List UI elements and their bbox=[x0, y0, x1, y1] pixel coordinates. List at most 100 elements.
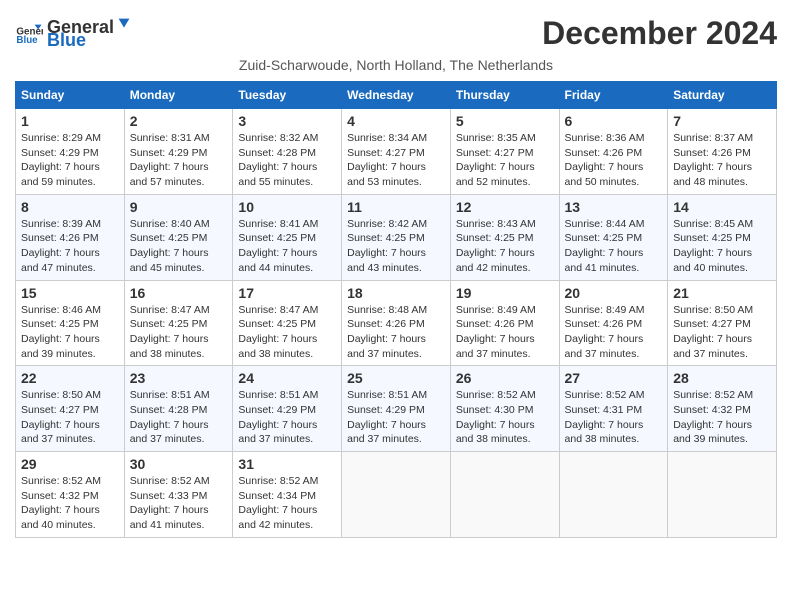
cell-content: Sunrise: 8:41 AM Sunset: 4:25 PM Dayligh… bbox=[238, 217, 336, 276]
week-row-1: 1 Sunrise: 8:29 AM Sunset: 4:29 PM Dayli… bbox=[16, 109, 777, 195]
cell-content: Sunrise: 8:35 AM Sunset: 4:27 PM Dayligh… bbox=[456, 131, 554, 190]
header: General Blue General Blue December 2024 bbox=[15, 15, 777, 52]
cell-content: Sunrise: 8:36 AM Sunset: 4:26 PM Dayligh… bbox=[565, 131, 663, 190]
day-number: 9 bbox=[130, 199, 228, 215]
day-number: 5 bbox=[456, 113, 554, 129]
calendar-cell bbox=[450, 452, 559, 538]
cell-content: Sunrise: 8:51 AM Sunset: 4:28 PM Dayligh… bbox=[130, 388, 228, 447]
calendar-header-row: SundayMondayTuesdayWednesdayThursdayFrid… bbox=[16, 82, 777, 109]
calendar-cell: 11 Sunrise: 8:42 AM Sunset: 4:25 PM Dayl… bbox=[342, 194, 451, 280]
calendar-cell: 21 Sunrise: 8:50 AM Sunset: 4:27 PM Dayl… bbox=[668, 280, 777, 366]
header-wednesday: Wednesday bbox=[342, 82, 451, 109]
cell-content: Sunrise: 8:52 AM Sunset: 4:30 PM Dayligh… bbox=[456, 388, 554, 447]
day-number: 14 bbox=[673, 199, 771, 215]
cell-content: Sunrise: 8:52 AM Sunset: 4:32 PM Dayligh… bbox=[673, 388, 771, 447]
day-number: 23 bbox=[130, 370, 228, 386]
cell-content: Sunrise: 8:39 AM Sunset: 4:26 PM Dayligh… bbox=[21, 217, 119, 276]
calendar-table: SundayMondayTuesdayWednesdayThursdayFrid… bbox=[15, 81, 777, 538]
cell-content: Sunrise: 8:52 AM Sunset: 4:31 PM Dayligh… bbox=[565, 388, 663, 447]
day-number: 16 bbox=[130, 285, 228, 301]
day-number: 11 bbox=[347, 199, 445, 215]
calendar-cell: 14 Sunrise: 8:45 AM Sunset: 4:25 PM Dayl… bbox=[668, 194, 777, 280]
logo: General Blue General Blue bbox=[15, 15, 134, 51]
day-number: 13 bbox=[565, 199, 663, 215]
calendar-cell: 16 Sunrise: 8:47 AM Sunset: 4:25 PM Dayl… bbox=[124, 280, 233, 366]
calendar-cell bbox=[559, 452, 668, 538]
cell-content: Sunrise: 8:44 AM Sunset: 4:25 PM Dayligh… bbox=[565, 217, 663, 276]
day-number: 18 bbox=[347, 285, 445, 301]
header-saturday: Saturday bbox=[668, 82, 777, 109]
cell-content: Sunrise: 8:37 AM Sunset: 4:26 PM Dayligh… bbox=[673, 131, 771, 190]
calendar-cell: 26 Sunrise: 8:52 AM Sunset: 4:30 PM Dayl… bbox=[450, 366, 559, 452]
calendar-cell: 20 Sunrise: 8:49 AM Sunset: 4:26 PM Dayl… bbox=[559, 280, 668, 366]
calendar-cell: 24 Sunrise: 8:51 AM Sunset: 4:29 PM Dayl… bbox=[233, 366, 342, 452]
cell-content: Sunrise: 8:52 AM Sunset: 4:32 PM Dayligh… bbox=[21, 474, 119, 533]
main-title: December 2024 bbox=[542, 15, 777, 52]
calendar-cell: 28 Sunrise: 8:52 AM Sunset: 4:32 PM Dayl… bbox=[668, 366, 777, 452]
cell-content: Sunrise: 8:52 AM Sunset: 4:33 PM Dayligh… bbox=[130, 474, 228, 533]
calendar-cell: 2 Sunrise: 8:31 AM Sunset: 4:29 PM Dayli… bbox=[124, 109, 233, 195]
day-number: 2 bbox=[130, 113, 228, 129]
calendar-cell: 13 Sunrise: 8:44 AM Sunset: 4:25 PM Dayl… bbox=[559, 194, 668, 280]
header-monday: Monday bbox=[124, 82, 233, 109]
calendar-cell bbox=[342, 452, 451, 538]
day-number: 20 bbox=[565, 285, 663, 301]
day-number: 1 bbox=[21, 113, 119, 129]
cell-content: Sunrise: 8:42 AM Sunset: 4:25 PM Dayligh… bbox=[347, 217, 445, 276]
calendar-cell bbox=[668, 452, 777, 538]
header-tuesday: Tuesday bbox=[233, 82, 342, 109]
day-number: 29 bbox=[21, 456, 119, 472]
day-number: 26 bbox=[456, 370, 554, 386]
calendar-cell: 10 Sunrise: 8:41 AM Sunset: 4:25 PM Dayl… bbox=[233, 194, 342, 280]
cell-content: Sunrise: 8:32 AM Sunset: 4:28 PM Dayligh… bbox=[238, 131, 336, 190]
day-number: 27 bbox=[565, 370, 663, 386]
svg-text:Blue: Blue bbox=[16, 35, 38, 46]
calendar-cell: 30 Sunrise: 8:52 AM Sunset: 4:33 PM Dayl… bbox=[124, 452, 233, 538]
calendar-cell: 5 Sunrise: 8:35 AM Sunset: 4:27 PM Dayli… bbox=[450, 109, 559, 195]
cell-content: Sunrise: 8:43 AM Sunset: 4:25 PM Dayligh… bbox=[456, 217, 554, 276]
cell-content: Sunrise: 8:29 AM Sunset: 4:29 PM Dayligh… bbox=[21, 131, 119, 190]
week-row-3: 15 Sunrise: 8:46 AM Sunset: 4:25 PM Dayl… bbox=[16, 280, 777, 366]
day-number: 31 bbox=[238, 456, 336, 472]
day-number: 4 bbox=[347, 113, 445, 129]
week-row-5: 29 Sunrise: 8:52 AM Sunset: 4:32 PM Dayl… bbox=[16, 452, 777, 538]
calendar-cell: 27 Sunrise: 8:52 AM Sunset: 4:31 PM Dayl… bbox=[559, 366, 668, 452]
calendar-cell: 25 Sunrise: 8:51 AM Sunset: 4:29 PM Dayl… bbox=[342, 366, 451, 452]
calendar-cell: 3 Sunrise: 8:32 AM Sunset: 4:28 PM Dayli… bbox=[233, 109, 342, 195]
day-number: 21 bbox=[673, 285, 771, 301]
cell-content: Sunrise: 8:34 AM Sunset: 4:27 PM Dayligh… bbox=[347, 131, 445, 190]
calendar-cell: 23 Sunrise: 8:51 AM Sunset: 4:28 PM Dayl… bbox=[124, 366, 233, 452]
calendar-cell: 22 Sunrise: 8:50 AM Sunset: 4:27 PM Dayl… bbox=[16, 366, 125, 452]
calendar-cell: 1 Sunrise: 8:29 AM Sunset: 4:29 PM Dayli… bbox=[16, 109, 125, 195]
calendar-cell: 9 Sunrise: 8:40 AM Sunset: 4:25 PM Dayli… bbox=[124, 194, 233, 280]
cell-content: Sunrise: 8:49 AM Sunset: 4:26 PM Dayligh… bbox=[456, 303, 554, 362]
calendar-cell: 4 Sunrise: 8:34 AM Sunset: 4:27 PM Dayli… bbox=[342, 109, 451, 195]
title-block: December 2024 bbox=[542, 15, 777, 52]
calendar-cell: 7 Sunrise: 8:37 AM Sunset: 4:26 PM Dayli… bbox=[668, 109, 777, 195]
header-friday: Friday bbox=[559, 82, 668, 109]
day-number: 3 bbox=[238, 113, 336, 129]
day-number: 12 bbox=[456, 199, 554, 215]
calendar-cell: 29 Sunrise: 8:52 AM Sunset: 4:32 PM Dayl… bbox=[16, 452, 125, 538]
day-number: 30 bbox=[130, 456, 228, 472]
calendar-cell: 8 Sunrise: 8:39 AM Sunset: 4:26 PM Dayli… bbox=[16, 194, 125, 280]
day-number: 15 bbox=[21, 285, 119, 301]
day-number: 28 bbox=[673, 370, 771, 386]
cell-content: Sunrise: 8:47 AM Sunset: 4:25 PM Dayligh… bbox=[130, 303, 228, 362]
day-number: 6 bbox=[565, 113, 663, 129]
subtitle: Zuid-Scharwoude, North Holland, The Neth… bbox=[15, 57, 777, 73]
cell-content: Sunrise: 8:50 AM Sunset: 4:27 PM Dayligh… bbox=[21, 388, 119, 447]
cell-content: Sunrise: 8:46 AM Sunset: 4:25 PM Dayligh… bbox=[21, 303, 119, 362]
day-number: 8 bbox=[21, 199, 119, 215]
calendar-cell: 18 Sunrise: 8:48 AM Sunset: 4:26 PM Dayl… bbox=[342, 280, 451, 366]
cell-content: Sunrise: 8:45 AM Sunset: 4:25 PM Dayligh… bbox=[673, 217, 771, 276]
cell-content: Sunrise: 8:31 AM Sunset: 4:29 PM Dayligh… bbox=[130, 131, 228, 190]
cell-content: Sunrise: 8:51 AM Sunset: 4:29 PM Dayligh… bbox=[238, 388, 336, 447]
day-number: 7 bbox=[673, 113, 771, 129]
cell-content: Sunrise: 8:50 AM Sunset: 4:27 PM Dayligh… bbox=[673, 303, 771, 362]
week-row-2: 8 Sunrise: 8:39 AM Sunset: 4:26 PM Dayli… bbox=[16, 194, 777, 280]
cell-content: Sunrise: 8:52 AM Sunset: 4:34 PM Dayligh… bbox=[238, 474, 336, 533]
calendar-cell: 12 Sunrise: 8:43 AM Sunset: 4:25 PM Dayl… bbox=[450, 194, 559, 280]
calendar-cell: 17 Sunrise: 8:47 AM Sunset: 4:25 PM Dayl… bbox=[233, 280, 342, 366]
cell-content: Sunrise: 8:49 AM Sunset: 4:26 PM Dayligh… bbox=[565, 303, 663, 362]
